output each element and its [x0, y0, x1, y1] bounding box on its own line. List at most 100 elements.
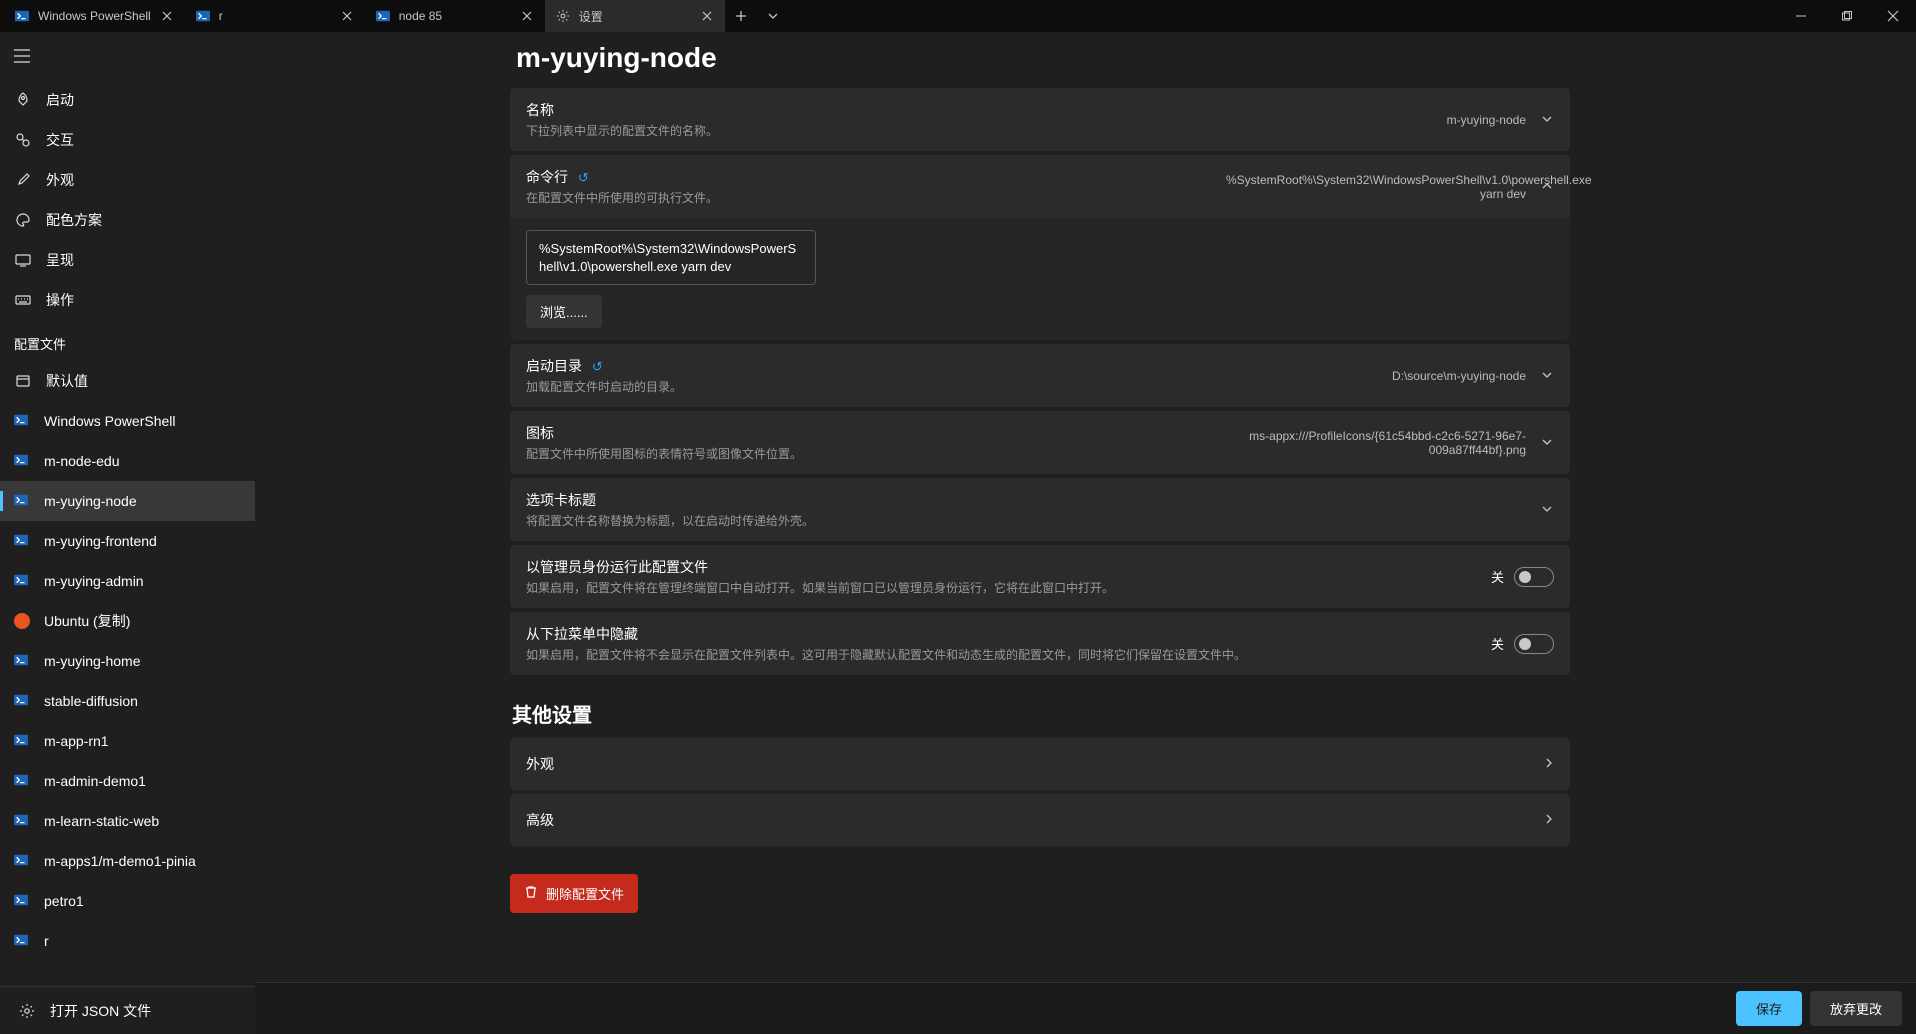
setting-icon[interactable]: 图标 配置文件中所使用图标的表情符号或图像文件位置。 ms-appx:///Pr… [510, 411, 1570, 474]
sidebar-item-label: Windows PowerShell [44, 413, 176, 429]
setting-desc: 如果启用，配置文件将不会显示在配置文件列表中。这可用于隐藏默认配置文件和动态生成… [526, 646, 1491, 663]
discard-button[interactable]: 放弃更改 [1810, 991, 1902, 1026]
setting-title: 图标 [526, 423, 1226, 443]
powershell-icon [375, 8, 391, 24]
sidebar-item-profile[interactable]: m-app-rn1 [0, 721, 255, 761]
tab-r[interactable]: r [185, 0, 365, 32]
ubuntu-icon [14, 613, 30, 629]
maximize-button[interactable] [1824, 0, 1870, 32]
advanced-link[interactable]: 高级 [510, 794, 1570, 846]
page-title: m-yuying-node [510, 42, 1570, 74]
powershell-icon [14, 413, 30, 429]
sidebar-item-rendering[interactable]: 呈现 [0, 240, 255, 280]
settings-icon [18, 1002, 36, 1020]
hamburger-button[interactable] [0, 32, 255, 80]
sidebar-item-defaults[interactable]: 默认值 [0, 361, 255, 401]
tab-dropdown-button[interactable] [757, 2, 789, 30]
sidebar-item-label: m-app-rn1 [44, 733, 109, 749]
sidebar-item-actions[interactable]: 操作 [0, 280, 255, 320]
sidebar-item-profile[interactable]: m-yuying-frontend [0, 521, 255, 561]
sidebar-item-interaction[interactable]: 交互 [0, 120, 255, 160]
setting-value: m-yuying-node [1447, 113, 1526, 127]
sidebar-item-profile[interactable]: Windows PowerShell [0, 401, 255, 441]
link-label: 外观 [526, 754, 1545, 774]
sidebar-item-label: 默认值 [46, 371, 88, 391]
tab-powershell[interactable]: Windows PowerShell [4, 0, 185, 32]
powershell-icon [14, 853, 30, 869]
tab-node85[interactable]: node 85 [365, 0, 545, 32]
setting-desc: 如果启用，配置文件将在管理终端窗口中自动打开。如果当前窗口已以管理员身份运行，它… [526, 579, 1491, 596]
open-json-button[interactable]: 打开 JSON 文件 [0, 986, 255, 1034]
powershell-icon [14, 8, 30, 24]
sidebar-item-startup[interactable]: 启动 [0, 80, 255, 120]
reset-icon[interactable]: ↺ [592, 359, 603, 374]
sidebar-item-label: r [44, 933, 49, 949]
setting-title: 从下拉菜单中隐藏 [526, 624, 1491, 644]
powershell-icon [14, 693, 30, 709]
setting-value: D:\source\m-yuying-node [1392, 369, 1526, 383]
commandline-input[interactable]: %SystemRoot%\System32\WindowsPowerShell\… [526, 230, 816, 285]
sidebar-item-label: 启动 [46, 90, 74, 110]
trash-icon [524, 885, 538, 902]
setting-starting-directory[interactable]: 启动目录 ↺ 加载配置文件时启动的目录。 D:\source\m-yuying-… [510, 344, 1570, 407]
powershell-icon [14, 573, 30, 589]
sidebar-item-label: m-yuying-node [44, 493, 137, 509]
save-button[interactable]: 保存 [1736, 991, 1802, 1026]
browse-button[interactable]: 浏览...... [526, 295, 602, 328]
brush-icon [14, 171, 32, 189]
setting-desc: 配置文件中所使用图标的表情符号或图像文件位置。 [526, 445, 1226, 462]
chevron-down-icon [1540, 435, 1554, 450]
sidebar-item-label: m-apps1/m-demo1-pinia [44, 853, 196, 869]
setting-desc: 在配置文件中所使用的可执行文件。 [526, 189, 1226, 206]
setting-name[interactable]: 名称 下拉列表中显示的配置文件的名称。 m-yuying-node [510, 88, 1570, 151]
setting-commandline[interactable]: 命令行 ↺ 在配置文件中所使用的可执行文件。 %SystemRoot%\Syst… [510, 155, 1570, 218]
toggle-state: 关 [1491, 567, 1504, 586]
sidebar-item-profile[interactable]: r [0, 921, 255, 961]
setting-title: 名称 [526, 100, 1447, 120]
setting-desc: 加载配置文件时启动的目录。 [526, 378, 1392, 395]
setting-tab-title[interactable]: 选项卡标题 将配置文件名称替换为标题，以在启动时传递给外壳。 [510, 478, 1570, 541]
chevron-up-icon [1540, 179, 1554, 194]
sidebar-item-profile[interactable]: Ubuntu (复制) [0, 601, 255, 641]
minimize-button[interactable] [1778, 0, 1824, 32]
sidebar-item-label: m-admin-demo1 [44, 773, 146, 789]
admin-toggle[interactable] [1514, 567, 1554, 587]
sidebar-item-profile[interactable]: petro1 [0, 881, 255, 921]
new-tab-button[interactable] [725, 2, 757, 30]
sidebar: 启动 交互 外观 配色方案 呈现 [0, 32, 255, 1034]
interact-icon [14, 131, 32, 149]
close-window-button[interactable] [1870, 0, 1916, 32]
appearance-link[interactable]: 外观 [510, 738, 1570, 790]
settings-icon [555, 8, 571, 24]
sidebar-item-profile[interactable]: stable-diffusion [0, 681, 255, 721]
sidebar-item-profile[interactable]: m-yuying-home [0, 641, 255, 681]
chevron-down-icon [1540, 112, 1554, 127]
tab-settings[interactable]: 设置 [545, 0, 725, 32]
sidebar-item-profile[interactable]: m-admin-demo1 [0, 761, 255, 801]
close-icon[interactable] [339, 8, 355, 24]
sidebar-item-profile[interactable]: m-yuying-admin [0, 561, 255, 601]
reset-icon[interactable]: ↺ [578, 170, 589, 185]
window-controls [1778, 0, 1916, 32]
chevron-down-icon [1540, 502, 1554, 517]
sidebar-item-profile-active[interactable]: m-yuying-node [0, 481, 255, 521]
close-icon[interactable] [159, 8, 175, 24]
powershell-icon [14, 813, 30, 829]
sidebar-item-profile[interactable]: m-learn-static-web [0, 801, 255, 841]
sidebar-item-label: petro1 [44, 893, 84, 909]
chevron-right-icon [1545, 757, 1554, 772]
tab-bar: Windows PowerShell r node 85 [0, 0, 1916, 32]
delete-profile-button[interactable]: 删除配置文件 [510, 874, 638, 913]
keyboard-icon [14, 291, 32, 309]
sidebar-item-color-schemes[interactable]: 配色方案 [0, 200, 255, 240]
hide-toggle[interactable] [1514, 634, 1554, 654]
close-icon[interactable] [519, 8, 535, 24]
sidebar-item-profile[interactable]: m-node-edu [0, 441, 255, 481]
rocket-icon [14, 91, 32, 109]
powershell-icon [14, 533, 30, 549]
sidebar-item-appearance[interactable]: 外观 [0, 160, 255, 200]
sidebar-item-profile[interactable]: m-apps1/m-demo1-pinia [0, 841, 255, 881]
close-icon[interactable] [699, 8, 715, 24]
setting-run-as-admin: 以管理员身份运行此配置文件 如果启用，配置文件将在管理终端窗口中自动打开。如果当… [510, 545, 1570, 608]
toggle-state: 关 [1491, 634, 1504, 653]
